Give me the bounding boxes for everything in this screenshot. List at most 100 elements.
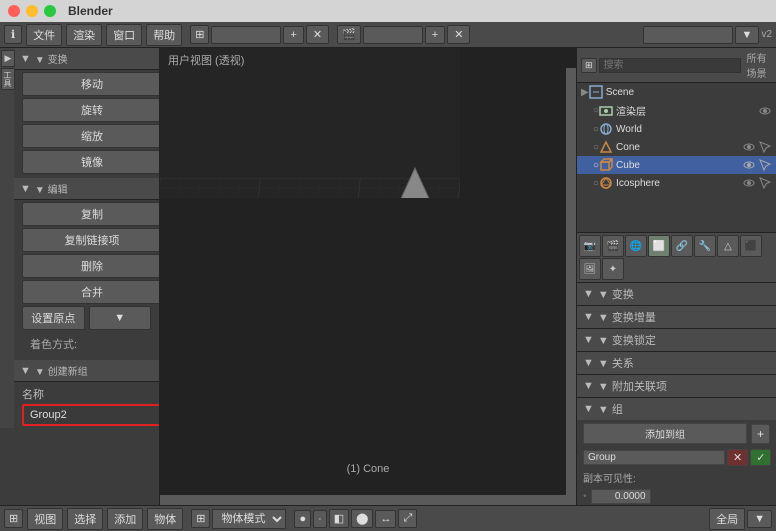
- menu-window[interactable]: 窗口: [106, 24, 142, 46]
- transform-lock-header[interactable]: ▼ ▼ 变换锁定: [577, 329, 776, 351]
- transform-delta-header[interactable]: ▼ ▼ 变换增量: [577, 306, 776, 328]
- cone-eye-icon[interactable]: [742, 140, 756, 154]
- outliner-search[interactable]: [599, 58, 741, 73]
- side-strip-btn2: 工具: [1, 68, 15, 90]
- scene-icon[interactable]: 🎬: [337, 25, 361, 44]
- extra-label: ▼ 附加关联项: [598, 378, 667, 394]
- select-btn[interactable]: 选择: [67, 508, 103, 530]
- view-btn[interactable]: 视图: [27, 508, 63, 530]
- close-button[interactable]: [8, 5, 20, 17]
- add-layout-btn[interactable]: +: [283, 26, 303, 44]
- group-plus-button[interactable]: +: [751, 424, 770, 444]
- left-panel: ▶ 工具 ▼ ▼ 变换 移动 旋转 缩放 镜像 ▼ ▼ 编辑 复制 复制链接项 …: [0, 48, 160, 505]
- layout-icon[interactable]: ⊞: [190, 25, 209, 44]
- extra-header[interactable]: ▼ ▼ 附加关联项: [577, 375, 776, 397]
- cone-label: Cone: [616, 142, 640, 153]
- relations-header[interactable]: ▼ ▼ 关系: [577, 352, 776, 374]
- sphere-icon[interactable]: ●: [294, 510, 311, 528]
- prop-object-icon[interactable]: ⬜: [648, 235, 670, 257]
- outliner-item-icosphere[interactable]: ○ Icosphere: [577, 174, 776, 192]
- group-header[interactable]: ▼ ▼ 组: [577, 398, 776, 420]
- join-btn[interactable]: 合并: [22, 280, 160, 304]
- move-btn[interactable]: 移动: [22, 72, 160, 96]
- outliner-header: ⊞ 所有场景: [577, 48, 776, 83]
- global-btn[interactable]: 全局: [709, 508, 745, 530]
- group-section-label: ▼ 组: [598, 401, 623, 417]
- side-strip-btn[interactable]: ▶: [1, 50, 15, 67]
- copy-vis-row-1: • 0.0000: [577, 487, 776, 505]
- close-layout-btn[interactable]: ✕: [306, 25, 329, 44]
- prop-scene-icon[interactable]: 🎬: [602, 235, 624, 257]
- menu-help[interactable]: 帮助: [146, 24, 182, 46]
- color-row: 着色方式:: [14, 332, 159, 356]
- prop-texture-icon[interactable]: 🖼: [579, 258, 601, 280]
- prop-constraint-icon[interactable]: 🔗: [671, 235, 693, 257]
- group-add-row: 添加到组 +: [577, 420, 776, 447]
- scene-input[interactable]: Scene: [363, 26, 423, 44]
- prop-material-icon[interactable]: ⬛: [740, 235, 762, 257]
- viewport-shade2[interactable]: ⬤: [351, 509, 373, 528]
- mode-select[interactable]: 物体模式: [212, 509, 286, 529]
- scale-btn[interactable]: 缩放: [22, 124, 160, 148]
- set-origin-btn[interactable]: 设置原点: [22, 306, 85, 330]
- duplicate-link-btn[interactable]: 复制链接项: [22, 228, 160, 252]
- menu-render[interactable]: 渲染: [66, 24, 102, 46]
- add-to-group-btn[interactable]: 添加到组: [583, 423, 747, 444]
- transform-section-header[interactable]: ▼ ▼ 变换: [14, 48, 159, 70]
- rotate-btn[interactable]: 旋转: [22, 98, 160, 122]
- viewport-shade1[interactable]: ◧: [329, 509, 349, 528]
- outliner-icon[interactable]: ⊞: [581, 58, 597, 73]
- version-label: v2: [761, 29, 772, 40]
- group-confirm-btn[interactable]: ✓: [750, 449, 771, 466]
- viewport-icons1[interactable]: ↔: [375, 510, 396, 528]
- viewport-scrollbar-bottom[interactable]: [160, 495, 566, 505]
- minimize-button[interactable]: [26, 5, 38, 17]
- dot-icon[interactable]: ·: [313, 510, 327, 528]
- render-label: 渲染层: [616, 103, 646, 118]
- prop-render-icon[interactable]: 📷: [579, 235, 601, 257]
- outliner-item-render[interactable]: ○ 渲染层: [577, 101, 776, 120]
- prop-world-icon[interactable]: 🌐: [625, 235, 647, 257]
- mirror-btn[interactable]: 镜像: [22, 150, 160, 174]
- close-scene-btn[interactable]: ✕: [447, 25, 470, 44]
- render-eye-icon[interactable]: [758, 104, 772, 118]
- group-section: ▼ ▼ 组 添加到组 + Group ✕ ✓ 副本可见性: •: [577, 398, 776, 505]
- info-icon[interactable]: ℹ: [4, 25, 22, 44]
- maximize-button[interactable]: [44, 5, 56, 17]
- cube-label: Cube: [616, 160, 640, 171]
- add-btn[interactable]: 添加: [107, 508, 143, 530]
- cube-eye-icon[interactable]: [742, 158, 756, 172]
- object-mode-icon[interactable]: ⊞: [191, 509, 210, 528]
- outliner-item-scene[interactable]: ▶ Scene: [577, 83, 776, 101]
- menu-file[interactable]: 文件: [26, 24, 62, 46]
- add-scene-btn[interactable]: +: [425, 26, 445, 44]
- viewport-header: 用户视图 (透视): [160, 48, 576, 72]
- prop-modifier-icon[interactable]: 🔧: [694, 235, 716, 257]
- copy-vis-value-1[interactable]: 0.0000: [591, 489, 651, 504]
- group-name-input[interactable]: Group2: [22, 404, 160, 426]
- prop-particle-icon[interactable]: ✦: [602, 258, 624, 280]
- viewport[interactable]: 用户视图 (透视): [160, 48, 576, 505]
- create-group-header[interactable]: ▼ ▼ 创建新组: [14, 360, 159, 382]
- layout-input[interactable]: Default: [211, 26, 281, 44]
- transform-prop-header[interactable]: ▼ ▼ 变换: [577, 283, 776, 305]
- engine-dropdown[interactable]: ▼: [735, 26, 760, 44]
- viewport-icon-btn[interactable]: ⊞: [4, 509, 23, 528]
- edit-section-header[interactable]: ▼ ▼ 编辑: [14, 178, 159, 200]
- prop-data-icon[interactable]: △: [717, 235, 739, 257]
- viewport-scrollbar-right[interactable]: [566, 68, 576, 505]
- outliner-item-cone[interactable]: ○ Cone: [577, 138, 776, 156]
- set-origin-arrow[interactable]: ▼: [89, 306, 152, 330]
- viewport-icons2[interactable]: ⤢: [398, 509, 417, 528]
- scene-label: Scene: [606, 87, 634, 98]
- object-btn[interactable]: 物体: [147, 508, 183, 530]
- group-remove-btn[interactable]: ✕: [727, 449, 748, 466]
- icosphere-eye-icon[interactable]: [742, 176, 756, 190]
- group-name-field[interactable]: Group: [583, 450, 725, 465]
- engine-input[interactable]: Blender 渲染: [643, 26, 733, 44]
- global-down[interactable]: ▼: [747, 510, 772, 528]
- duplicate-btn[interactable]: 复制: [22, 202, 160, 226]
- delete-btn[interactable]: 删除: [22, 254, 160, 278]
- outliner-item-cube[interactable]: ○ Cube: [577, 156, 776, 174]
- outliner-item-world[interactable]: ○ World: [577, 120, 776, 138]
